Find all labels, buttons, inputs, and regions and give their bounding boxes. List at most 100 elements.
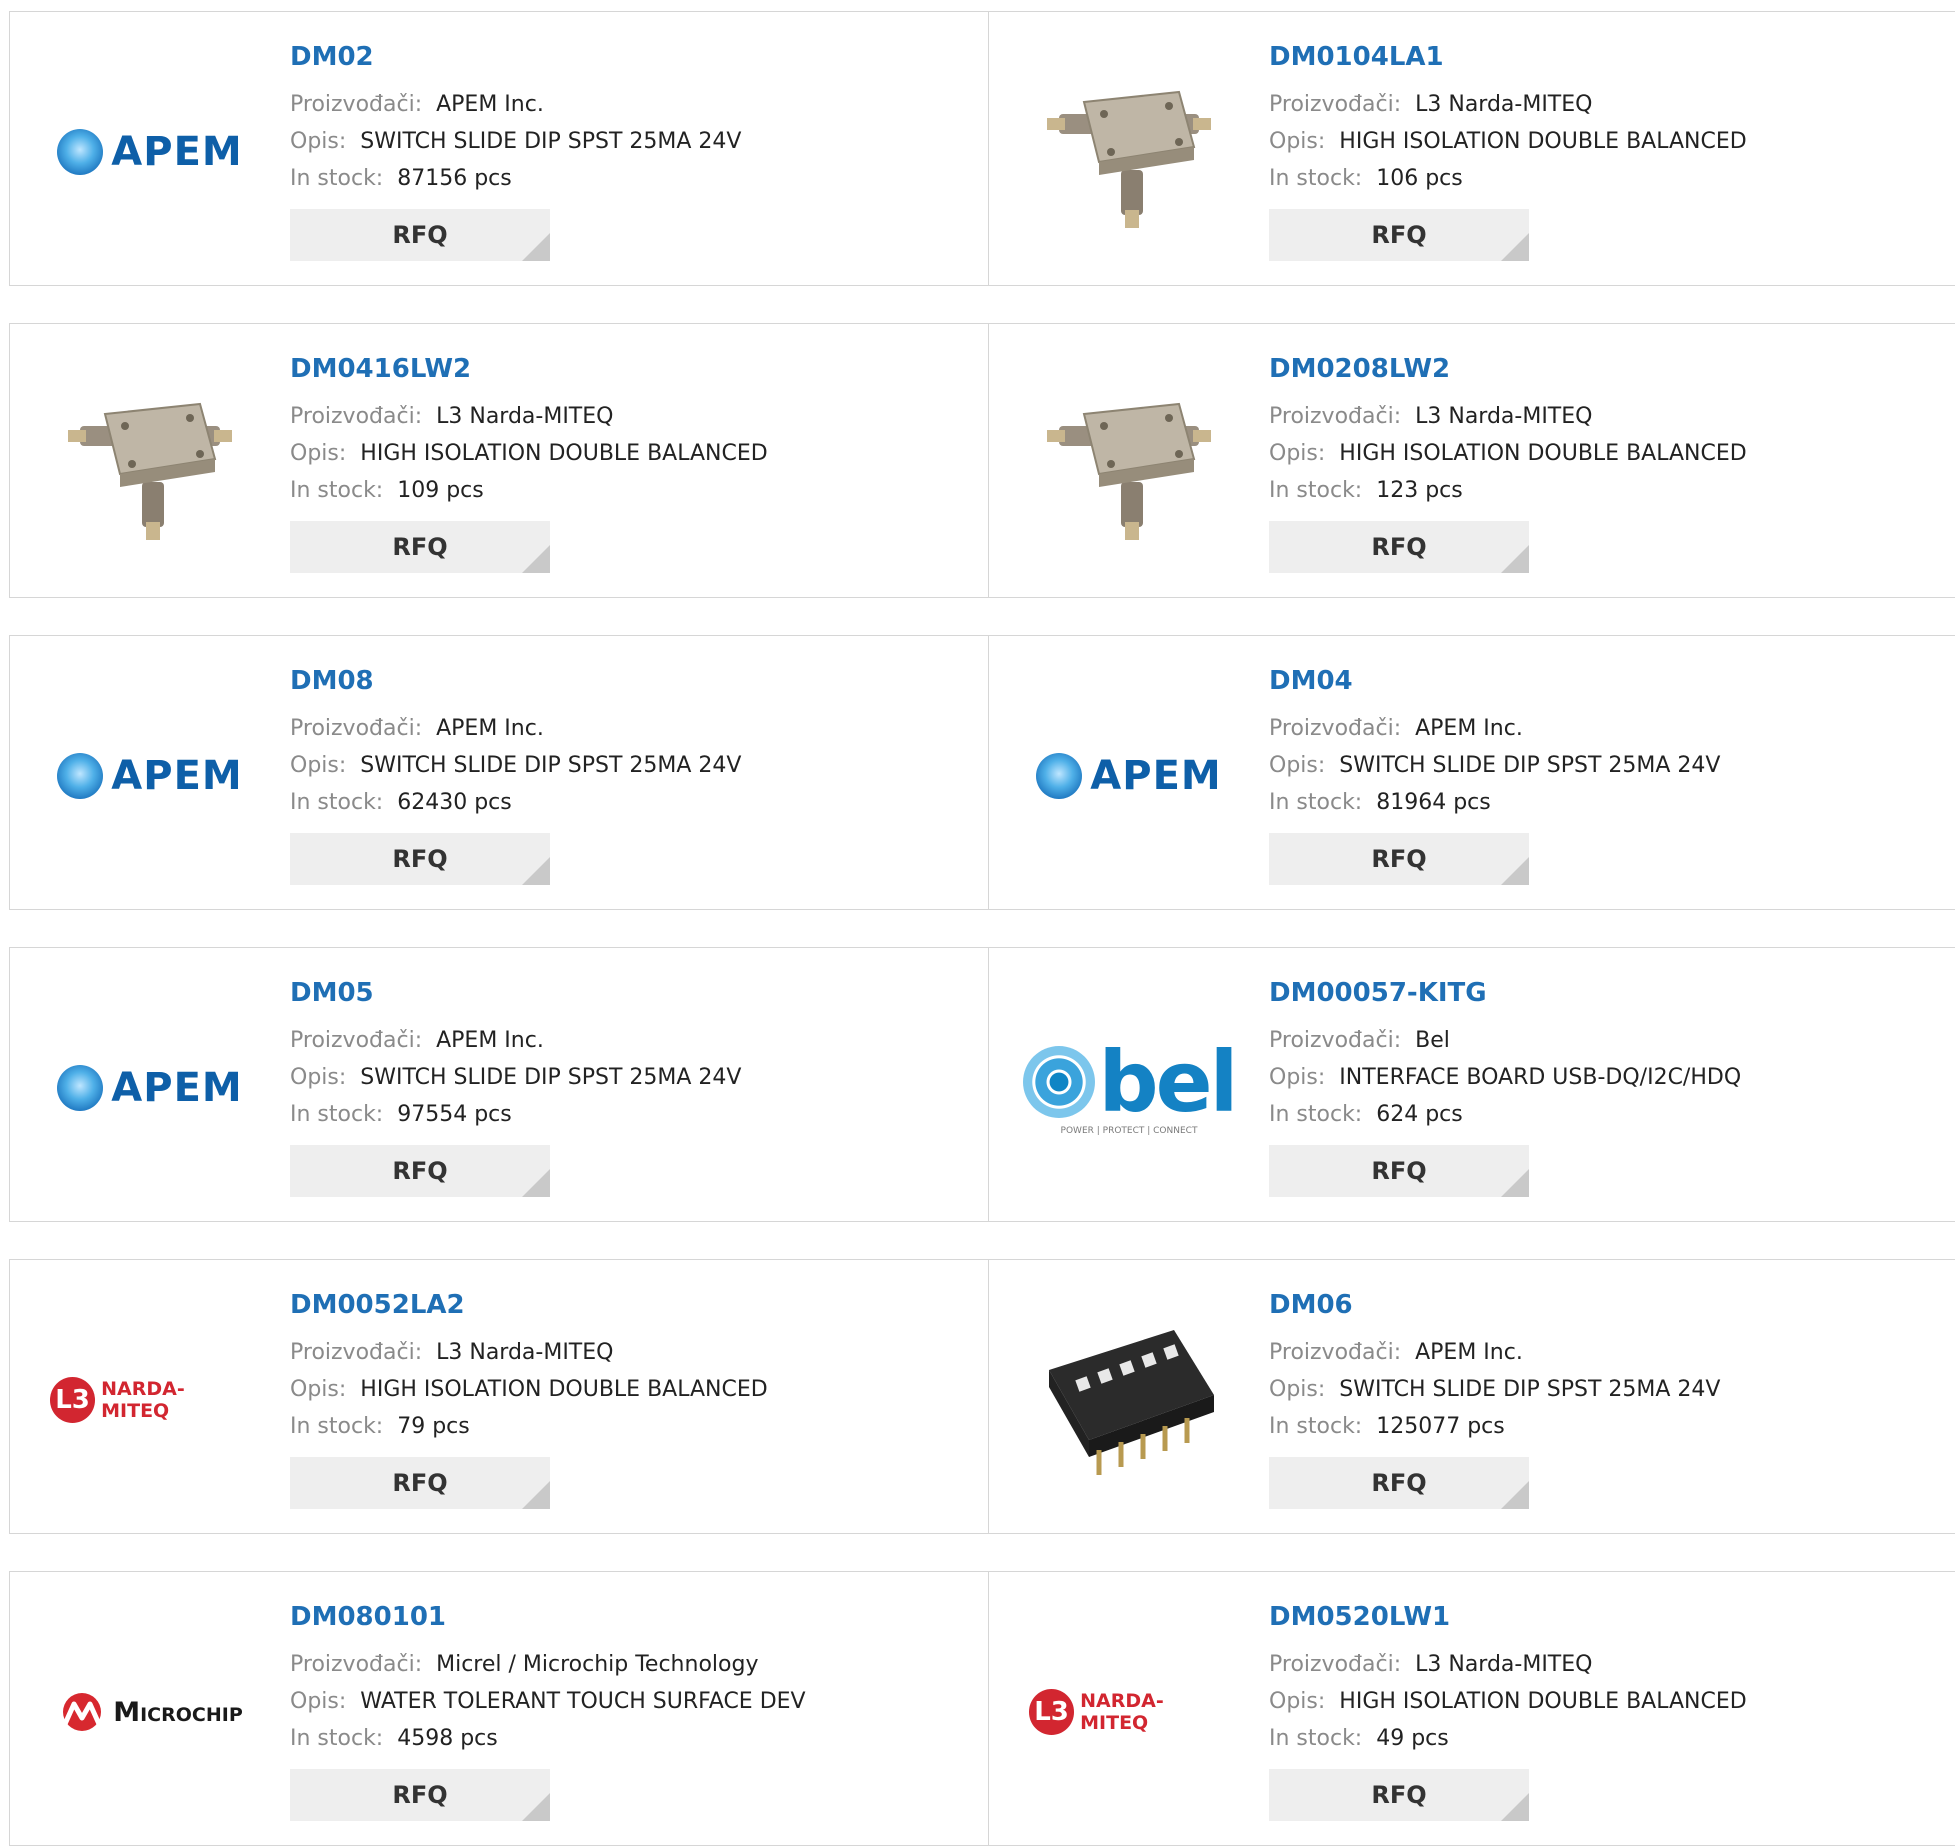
description-value: HIGH ISOLATION DOUBLE BALANCED: [1339, 441, 1747, 466]
stock-row: In stock: 49 pcs: [1269, 1720, 1747, 1757]
product-thumbnail[interactable]: APEM: [1029, 676, 1229, 876]
apem-emblem-icon: [1036, 753, 1083, 799]
product-thumbnail[interactable]: APEM: [50, 52, 250, 252]
product-thumbnail[interactable]: L3 NARDA-MITEQ: [1029, 1612, 1229, 1812]
manufacturer-label: Proizvođači:: [290, 404, 423, 429]
rfq-button[interactable]: RFQ: [290, 521, 550, 573]
product-thumbnail[interactable]: [1029, 1300, 1229, 1500]
description-row: Opis: HIGH ISOLATION DOUBLE BALANCED: [290, 435, 768, 472]
product-thumbnail[interactable]: bel POWER | PROTECT | CONNECT: [1022, 988, 1238, 1188]
manufacturer-row: Proizvođači: L3 Narda-MITEQ: [290, 398, 768, 435]
stock-label: In stock:: [1269, 1414, 1363, 1439]
apem-logo-text: APEM: [111, 753, 243, 799]
rfq-button[interactable]: RFQ: [1269, 521, 1529, 573]
manufacturer-label: Proizvođači:: [290, 1340, 423, 1365]
microchip-logo-text: Microchip: [113, 1696, 243, 1728]
part-number-link[interactable]: DM0416LW2: [290, 354, 768, 384]
rfq-button[interactable]: RFQ: [290, 1769, 550, 1821]
manufacturer-label: Proizvođači:: [1269, 1340, 1402, 1365]
rfq-label: RFQ: [1371, 533, 1427, 561]
product-card: DM06 Proizvođači: APEM Inc. Opis: SWITCH S…: [988, 1259, 1955, 1534]
product-card: APEM DM02 Proizvođači: APEM Inc. Opis: SWI…: [9, 11, 988, 286]
manufacturer-row: Proizvođači: APEM Inc.: [290, 86, 741, 123]
stock-value: 109 pcs: [397, 478, 484, 503]
stock-row: In stock: 123 pcs: [1269, 472, 1747, 509]
manufacturer-value: Bel: [1415, 1028, 1450, 1053]
rfq-button[interactable]: RFQ: [1269, 833, 1529, 885]
stock-label: In stock:: [1269, 790, 1363, 815]
product-info: DM05 Proizvođači: APEM Inc. Opis: SWITCH S…: [290, 978, 741, 1197]
part-number-link[interactable]: DM04: [1269, 666, 1720, 696]
apem-emblem-icon: [57, 1065, 104, 1111]
part-number-link[interactable]: DM00057-KITG: [1269, 978, 1741, 1008]
part-number-link[interactable]: DM02: [290, 42, 741, 72]
product-card: Microchip DM080101 Proizvođači: Micrel / …: [9, 1571, 988, 1846]
description-value: HIGH ISOLATION DOUBLE BALANCED: [360, 1377, 768, 1402]
stock-label: In stock:: [290, 790, 384, 815]
product-thumbnail[interactable]: APEM: [50, 988, 250, 1188]
description-row: Opis: SWITCH SLIDE DIP SPST 25MA 24V: [1269, 1371, 1720, 1408]
manufacturer-row: Proizvođači: APEM Inc.: [1269, 710, 1720, 747]
description-value: HIGH ISOLATION DOUBLE BALANCED: [1339, 1689, 1747, 1714]
product-card: L3 NARDA-MITEQ DM0520LW1 Proizvođači: L3 …: [988, 1571, 1955, 1846]
manufacturer-value: Micrel / Microchip Technology: [436, 1652, 759, 1677]
part-number-link[interactable]: DM0520LW1: [1269, 1602, 1747, 1632]
product-info: DM0416LW2 Proizvođači: L3 Narda-MITEQ Opi…: [290, 354, 768, 573]
product-thumbnail[interactable]: [1029, 52, 1229, 252]
product-info: DM02 Proizvođači: APEM Inc. Opis: SWITCH S…: [290, 42, 741, 261]
rfq-button[interactable]: RFQ: [1269, 209, 1529, 261]
manufacturer-label: Proizvođači:: [290, 92, 423, 117]
description-row: Opis: HIGH ISOLATION DOUBLE BALANCED: [290, 1371, 768, 1408]
l3-narda-logo: L3 NARDA-MITEQ: [1029, 1689, 1229, 1735]
apem-logo: APEM: [57, 1065, 242, 1111]
product-card: DM0104LA1 Proizvođači: L3 Narda-MITEQ Opi…: [988, 11, 1955, 286]
corner-triangle-icon: [522, 1169, 550, 1197]
rfq-button[interactable]: RFQ: [1269, 1457, 1529, 1509]
part-number-link[interactable]: DM06: [1269, 1290, 1720, 1320]
part-number-link[interactable]: DM0104LA1: [1269, 42, 1747, 72]
manufacturer-row: Proizvođači: APEM Inc.: [290, 1022, 741, 1059]
description-value: HIGH ISOLATION DOUBLE BALANCED: [1339, 129, 1747, 154]
corner-triangle-icon: [1501, 545, 1529, 573]
rfq-button[interactable]: RFQ: [290, 1145, 550, 1197]
corner-triangle-icon: [522, 545, 550, 573]
part-number-link[interactable]: DM08: [290, 666, 741, 696]
rfq-button[interactable]: RFQ: [290, 833, 550, 885]
rfq-label: RFQ: [392, 221, 448, 249]
product-info: DM0520LW1 Proizvođači: L3 Narda-MITEQ Opi…: [1269, 1602, 1747, 1821]
description-value: INTERFACE BOARD USB-DQ/I2C/HDQ: [1339, 1065, 1742, 1090]
stock-label: In stock:: [290, 166, 384, 191]
description-label: Opis:: [1269, 441, 1326, 466]
manufacturer-label: Proizvođači:: [1269, 1028, 1402, 1053]
corner-triangle-icon: [1501, 1793, 1529, 1821]
rfq-button[interactable]: RFQ: [290, 1457, 550, 1509]
bel-tagline: POWER | PROTECT | CONNECT: [1060, 1126, 1198, 1136]
description-value: SWITCH SLIDE DIP SPST 25MA 24V: [360, 1065, 742, 1090]
product-card: APEM DM08 Proizvođači: APEM Inc. Opis: SWI…: [9, 635, 988, 910]
part-number-link[interactable]: DM0052LA2: [290, 1290, 768, 1320]
manufacturer-value: L3 Narda-MITEQ: [436, 404, 614, 429]
product-thumbnail[interactable]: [50, 364, 250, 564]
product-thumbnail[interactable]: [1029, 364, 1229, 564]
rfq-button[interactable]: RFQ: [1269, 1769, 1529, 1821]
description-row: Opis: INTERFACE BOARD USB-DQ/I2C/HDQ: [1269, 1059, 1741, 1096]
apem-logo-text: APEM: [111, 1065, 243, 1111]
description-row: Opis: SWITCH SLIDE DIP SPST 25MA 24V: [290, 123, 741, 160]
stock-row: In stock: 125077 pcs: [1269, 1408, 1720, 1445]
description-label: Opis:: [290, 753, 347, 778]
product-thumbnail[interactable]: L3 NARDA-MITEQ: [50, 1300, 250, 1500]
description-row: Opis: SWITCH SLIDE DIP SPST 25MA 24V: [290, 747, 741, 784]
part-number-link[interactable]: DM080101: [290, 1602, 806, 1632]
stock-value: 87156 pcs: [397, 166, 512, 191]
l3-logo-text: NARDA-MITEQ: [1080, 1690, 1164, 1734]
product-thumbnail[interactable]: APEM: [50, 676, 250, 876]
stock-label: In stock:: [1269, 1726, 1363, 1751]
stock-value: 97554 pcs: [397, 1102, 512, 1127]
apem-logo: APEM: [57, 129, 242, 175]
product-info: DM08 Proizvođači: APEM Inc. Opis: SWITCH S…: [290, 666, 741, 885]
rfq-button[interactable]: RFQ: [290, 209, 550, 261]
part-number-link[interactable]: DM05: [290, 978, 741, 1008]
product-thumbnail[interactable]: Microchip: [50, 1612, 250, 1812]
part-number-link[interactable]: DM0208LW2: [1269, 354, 1747, 384]
rfq-button[interactable]: RFQ: [1269, 1145, 1529, 1197]
